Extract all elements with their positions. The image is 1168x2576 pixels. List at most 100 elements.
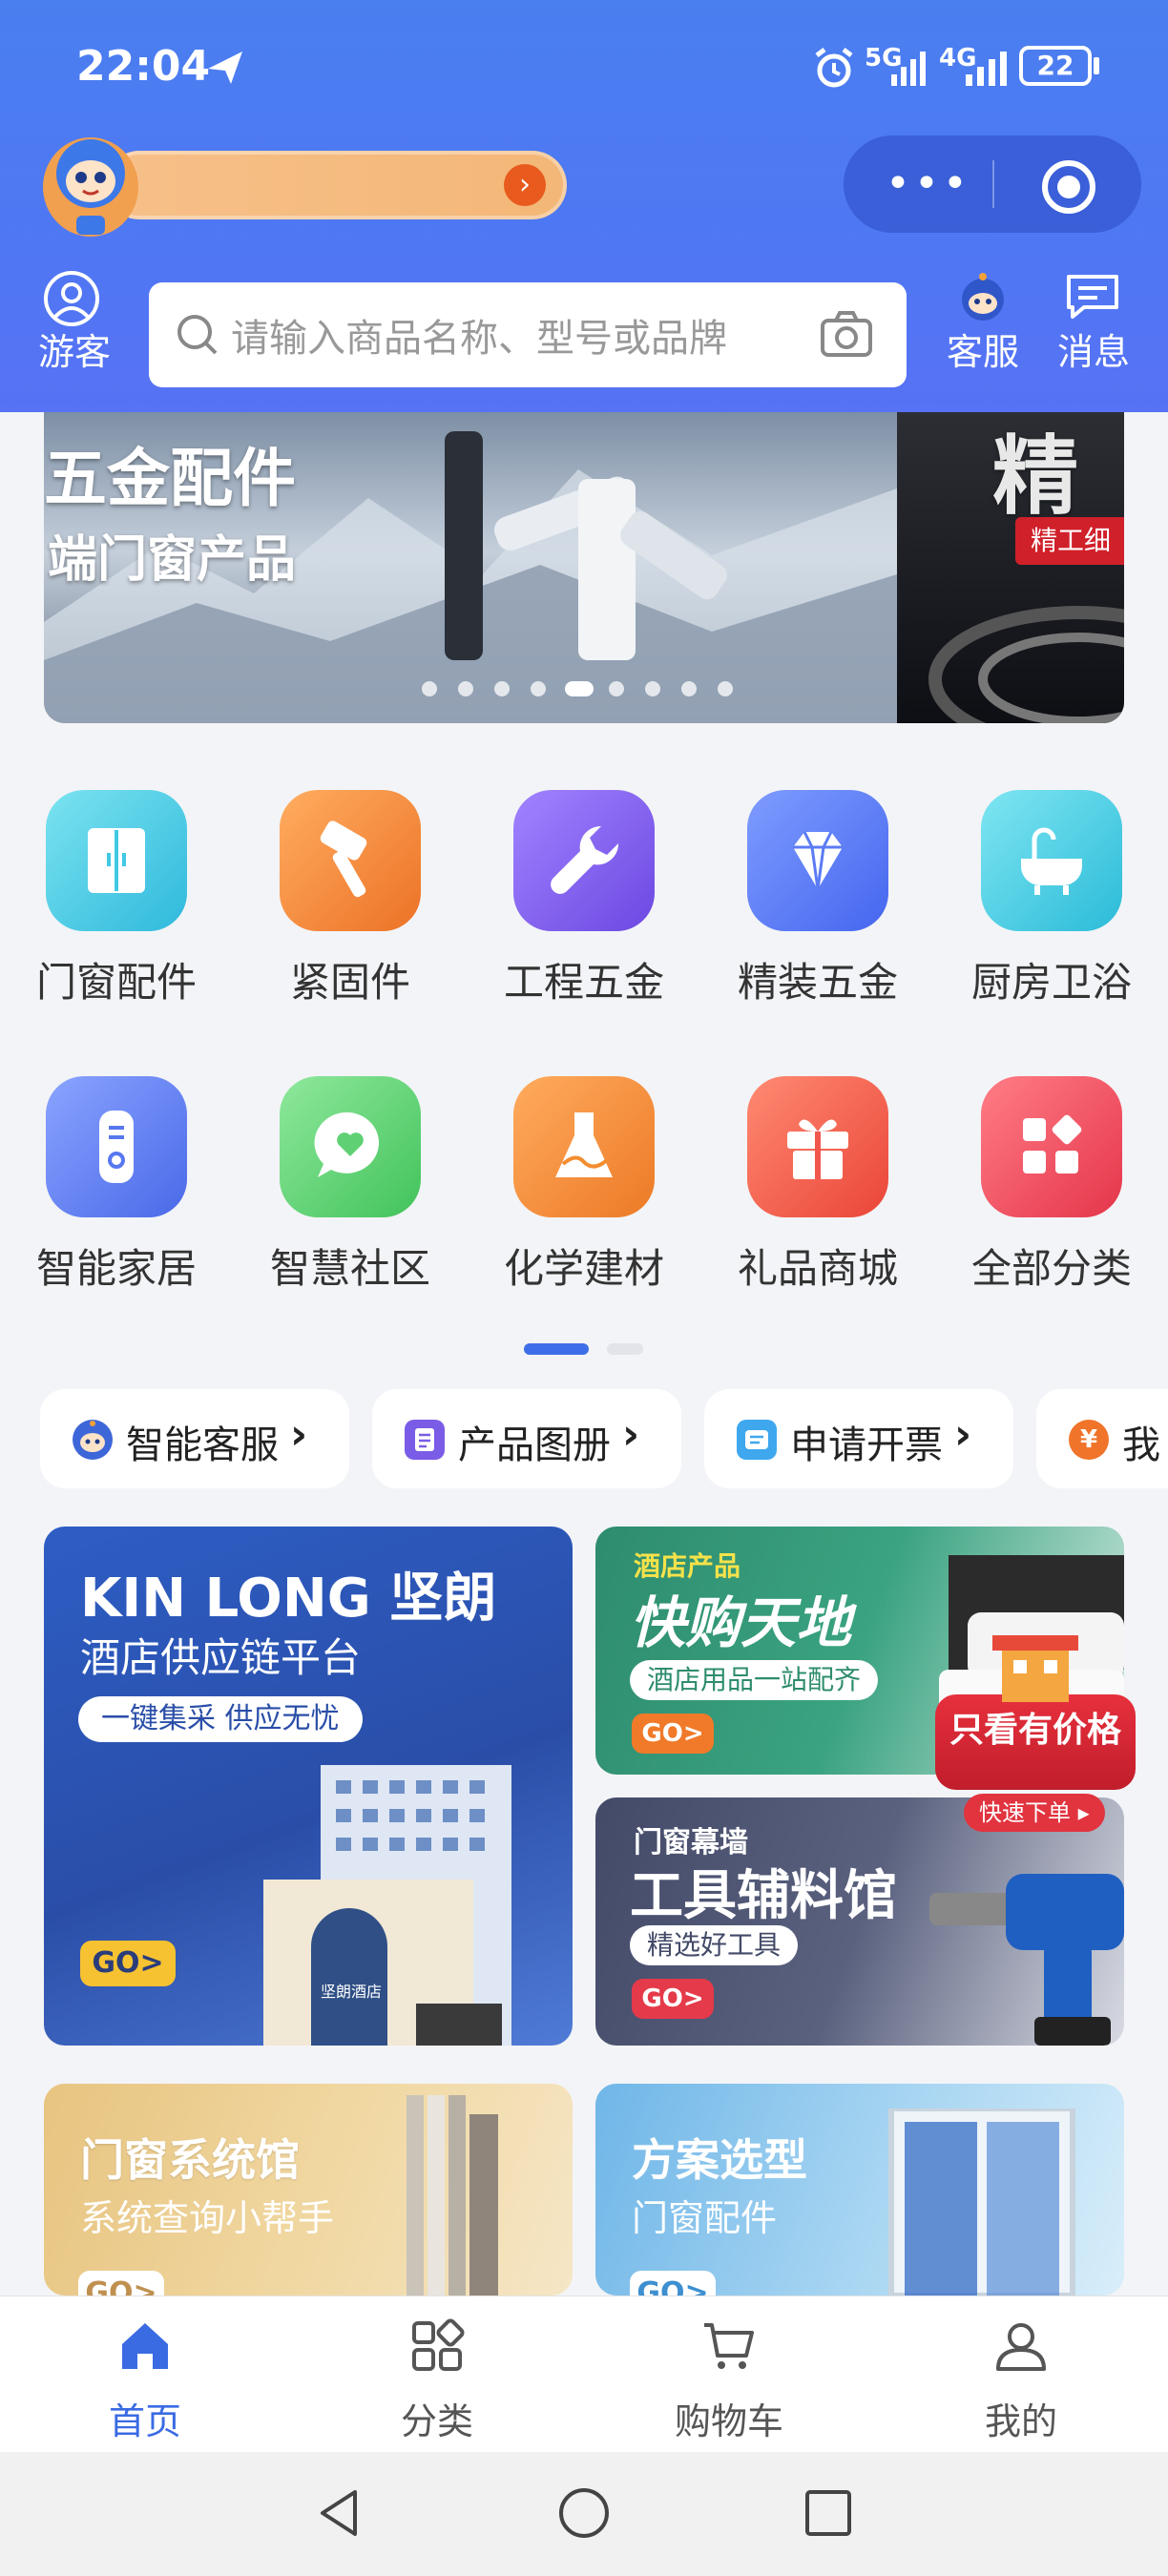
banner-dot[interactable] — [718, 681, 733, 696]
guest-user-icon[interactable] — [42, 269, 101, 328]
close-miniprogram-icon[interactable] — [1042, 160, 1095, 214]
bathtub-icon — [981, 790, 1122, 931]
category-label: 门窗配件 — [35, 959, 197, 1006]
category-all[interactable]: 全部分类 — [942, 1040, 1161, 1292]
shop-building-icon — [992, 1635, 1078, 1702]
category-smart-home[interactable]: 智能家居 — [7, 1040, 226, 1292]
category-door-accessories[interactable]: 门窗配件 — [7, 754, 226, 1006]
camera-icon[interactable] — [819, 309, 874, 359]
hotel-building-graphic — [263, 1765, 511, 2046]
shortcut-apply-invoice[interactable]: 申请开票 › — [704, 1389, 1013, 1488]
category-grid: 门窗配件 紧固件 工程五金 精装五金 厨房卫浴 智能家居 智慧社区 化学建材 礼… — [0, 754, 1168, 1364]
send-arrow-icon — [208, 52, 242, 84]
promo-title: 方案选型 — [632, 2134, 807, 2186]
chevron-right-icon: › — [290, 1410, 308, 1459]
price-badge[interactable]: 只看有价格 — [935, 1635, 1136, 1790]
banner-dot[interactable] — [681, 681, 697, 696]
search-icon — [177, 315, 218, 355]
message-icon[interactable] — [1063, 271, 1122, 322]
shortcut-mine-partial[interactable]: ¥ 我 — [1036, 1389, 1168, 1488]
category-label: 全部分类 — [970, 1245, 1132, 1292]
search-input[interactable]: 请输入商品名称、型号或品牌 — [149, 282, 907, 387]
banner-dot[interactable] — [645, 681, 660, 696]
category-chemical-building-materials[interactable]: 化学建材 — [474, 1040, 694, 1292]
category-label: 智慧社区 — [269, 1245, 430, 1292]
system-navigation-bar — [0, 2452, 1168, 2576]
tab-category[interactable]: 分类 — [342, 2296, 532, 2453]
promo-go-button[interactable]: GO> — [78, 2271, 164, 2296]
tab-cart[interactable]: 购物车 — [634, 2296, 824, 2453]
promo-title: 工具辅料馆 — [630, 1865, 897, 1927]
hammer-icon — [280, 790, 421, 931]
grid-icon — [981, 1076, 1122, 1217]
banner-side-graphic — [928, 606, 1124, 723]
promo-tools-materials[interactable]: 门窗幕墙 工具辅料馆 精选好工具 GO> — [595, 1797, 1124, 2046]
search-placeholder: 请输入商品名称、型号或品牌 — [231, 317, 727, 361]
banner-dot[interactable] — [458, 681, 473, 696]
category-label: 化学建材 — [503, 1245, 664, 1292]
banner-pagination — [422, 681, 803, 696]
home-icon — [122, 2323, 168, 2369]
category-page-indicator — [607, 1343, 643, 1355]
promo-scheme-selection[interactable]: 方案选型 门窗配件 GO> — [595, 2084, 1124, 2296]
category-fasteners[interactable]: 紧固件 — [240, 754, 460, 1006]
bottom-tab-bar: 首页 分类 购物车 我的 — [0, 2296, 1168, 2452]
home-circle-icon[interactable] — [557, 2486, 611, 2540]
gift-icon — [747, 1076, 888, 1217]
tab-mine[interactable]: 我的 — [926, 2296, 1116, 2453]
signal-icon — [891, 52, 926, 86]
guest-label[interactable]: 游客 — [27, 322, 122, 375]
recents-square-icon[interactable] — [802, 2486, 855, 2540]
category-page-indicator-active — [524, 1343, 589, 1355]
shortcut-product-album[interactable]: 产品图册 › — [372, 1389, 681, 1488]
window-profile-graphic — [407, 2095, 498, 2296]
quick-order-tag[interactable]: 快速下单 ▸ — [964, 1794, 1105, 1832]
diamond-icon — [747, 790, 888, 931]
shortcut-label: 智能客服 — [126, 1423, 279, 1467]
customer-service-robot-icon[interactable] — [954, 271, 1012, 324]
message-label[interactable]: 消息 — [1046, 322, 1141, 375]
promo-pill[interactable] — [105, 151, 567, 219]
category-engineering-hardware[interactable]: 工程五金 — [474, 754, 694, 1006]
promo-title: 快购天地 — [630, 1590, 852, 1655]
promo-title: 门窗系统馆 — [80, 2134, 300, 2186]
wrench-icon — [513, 790, 655, 931]
hotel-sign: 坚朗酒店 — [321, 1983, 383, 2001]
service-label[interactable]: 客服 — [935, 322, 1031, 375]
promo-go-button[interactable]: GO> — [630, 2271, 716, 2296]
promo-brand: KIN LONG 坚朗 — [80, 1568, 497, 1630]
user-profile-icon — [996, 2323, 1046, 2371]
tab-home[interactable]: 首页 — [50, 2296, 240, 2453]
tab-label: 购物车 — [674, 2400, 783, 2442]
promo-system-hall[interactable]: 门窗系统馆 系统查询小帮手 GO> — [44, 2084, 573, 2296]
alarm-icon — [815, 48, 853, 88]
promo-subtitle: 系统查询小帮手 — [80, 2197, 335, 2239]
category-finishing-hardware[interactable]: 精装五金 — [708, 754, 928, 1006]
category-gift-mall[interactable]: 礼品商城 — [708, 1040, 928, 1292]
promo-hotel-supply-chain[interactable]: KIN LONG 坚朗 酒店供应链平台 一键集采 供应无忧 坚朗酒店 GO> — [44, 1527, 573, 2046]
promo-go-button[interactable]: GO> — [80, 1941, 176, 1986]
banner-side-tag: 精工细 — [1015, 517, 1124, 565]
category-kitchen-bath[interactable]: 厨房卫浴 — [942, 754, 1161, 1006]
promo-tag: 精选好工具 — [630, 1925, 799, 1965]
flask-icon — [513, 1076, 655, 1217]
chevron-right-icon[interactable]: › — [504, 164, 546, 206]
invoice-icon — [737, 1420, 777, 1460]
more-options-icon[interactable]: ••• — [886, 160, 968, 208]
banner-side-title: 精 — [992, 426, 1078, 527]
category-smart-community[interactable]: 智慧社区 — [240, 1040, 460, 1292]
banner-dot[interactable] — [494, 681, 510, 696]
banner-dot[interactable] — [531, 681, 546, 696]
hero-banner[interactable]: 精 精工细 五金配件 端门窗产品 — [44, 412, 1124, 723]
banner-subtitle: 端门窗产品 — [48, 531, 297, 589]
promo-go-button[interactable]: GO> — [632, 1979, 714, 2019]
shortcut-smart-service[interactable]: 智能客服 › — [40, 1389, 349, 1488]
promo-go-button[interactable]: GO> — [632, 1714, 714, 1754]
banner-dot[interactable] — [609, 681, 624, 696]
back-triangle-icon[interactable] — [313, 2486, 366, 2540]
banner-dot-active[interactable] — [565, 681, 594, 696]
yen-icon: ¥ — [1069, 1420, 1109, 1460]
category-label: 礼品商城 — [737, 1245, 898, 1292]
robot-mascot-icon — [43, 137, 138, 237]
banner-dot[interactable] — [422, 681, 437, 696]
